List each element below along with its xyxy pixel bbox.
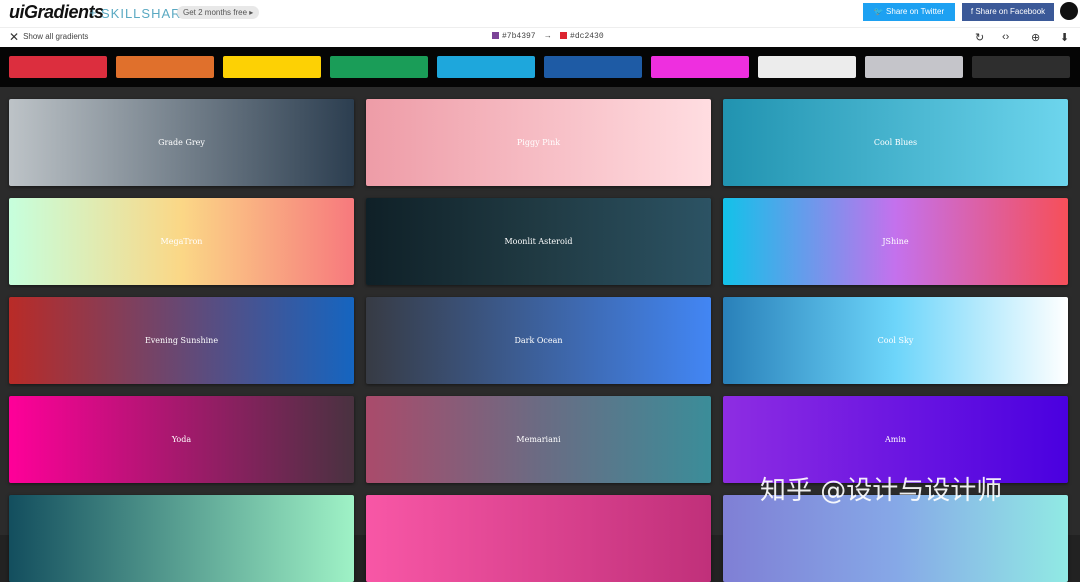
gradient-name: Evening Sunshine (144, 336, 219, 345)
color-filter-chip[interactable] (116, 56, 214, 78)
gradient-card[interactable]: Evening Sunshine (9, 297, 354, 384)
color-filter-chip[interactable] (544, 56, 642, 78)
share-twitter-label: Share on Twitter (886, 7, 945, 16)
color-filter-chip[interactable] (437, 56, 535, 78)
color-to-code[interactable]: #dc2430 (570, 32, 604, 41)
current-gradient-codes: #7b4397 → #dc2430 (492, 32, 604, 42)
gradient-card[interactable]: MegaTron (9, 198, 354, 285)
code-icon[interactable]: ‹› (1002, 31, 1009, 43)
gradient-name: Cool Sky (877, 336, 914, 345)
gradient-name: Cool Blues (873, 138, 918, 147)
share-facebook-button[interactable]: f Share on Facebook (962, 3, 1054, 21)
color-filter-bar (0, 47, 1080, 87)
gradient-card[interactable]: Piggy Pink (366, 99, 711, 186)
rotate-icon[interactable]: ↻ (975, 31, 984, 44)
arrow: → (545, 32, 551, 41)
gradient-name: Piggy Pink (516, 138, 561, 147)
plus-sign: + (89, 5, 97, 20)
gradient-card[interactable]: Memariani (366, 396, 711, 483)
watermark: 知乎 @设计与设计师 (760, 476, 1003, 506)
share-twitter-button[interactable]: 🐦 Share on Twitter (863, 3, 955, 21)
gradient-name: Memariani (516, 435, 561, 444)
gradient-card[interactable]: Moonlit Asteroid (366, 198, 711, 285)
color-filter-chip[interactable] (9, 56, 107, 78)
color-filter-chip[interactable] (330, 56, 428, 78)
gradient-card[interactable]: JShine (723, 198, 1068, 285)
twitter-icon: 🐦 (873, 7, 887, 16)
color-to-swatch (560, 32, 568, 40)
gradient-card[interactable] (366, 495, 711, 582)
gradient-card[interactable]: Cool Sky (723, 297, 1068, 384)
color-filter-chip[interactable] (223, 56, 321, 78)
top-bar: uiGradients + SKILLSHARE Get 2 months fr… (0, 0, 1080, 27)
gradient-grid: Grade Grey Piggy Pink Cool Blues MegaTron Mo… (0, 87, 1080, 582)
gradient-name: JShine (882, 237, 909, 246)
show-all-label: Show all gradients (23, 32, 89, 42)
gradient-card[interactable] (9, 495, 354, 582)
promo-badge[interactable]: Get 2 months free ▸ (177, 6, 260, 19)
gradient-card[interactable]: Dark Ocean (366, 297, 711, 384)
gradient-name: Yoda (171, 435, 192, 444)
toolbar: ✕ Show all gradients #7b4397 → #dc2430 ↻ … (0, 27, 1080, 48)
gradient-card[interactable]: Yoda (9, 396, 354, 483)
color-filter-chip[interactable] (972, 56, 1070, 78)
share-facebook-label: Share on Facebook (975, 7, 1046, 16)
color-filter-chip[interactable] (758, 56, 856, 78)
show-all-gradients-button[interactable]: ✕ Show all gradients (9, 31, 88, 43)
gradient-name: Dark Ocean (514, 336, 563, 345)
color-from-code[interactable]: #7b4397 (502, 32, 536, 41)
color-from-swatch (492, 32, 499, 40)
gradient-card[interactable] (723, 495, 1068, 582)
gradient-name: Amin (884, 435, 907, 444)
gradient-card[interactable]: Grade Grey (9, 99, 354, 186)
close-icon: ✕ (9, 30, 20, 44)
gradient-card[interactable]: Cool Blues (723, 99, 1068, 186)
gradient-name: MegaTron (160, 237, 203, 246)
gradient-name: Moonlit Asteroid (504, 237, 573, 246)
gradient-name: Grade Grey (158, 138, 205, 147)
color-filter-chip[interactable] (865, 56, 963, 78)
color-filter-chip[interactable] (651, 56, 749, 78)
github-icon[interactable] (1060, 2, 1078, 20)
download-icon[interactable]: ⬇ (1060, 31, 1069, 44)
add-icon[interactable]: ⊕ (1031, 31, 1040, 44)
